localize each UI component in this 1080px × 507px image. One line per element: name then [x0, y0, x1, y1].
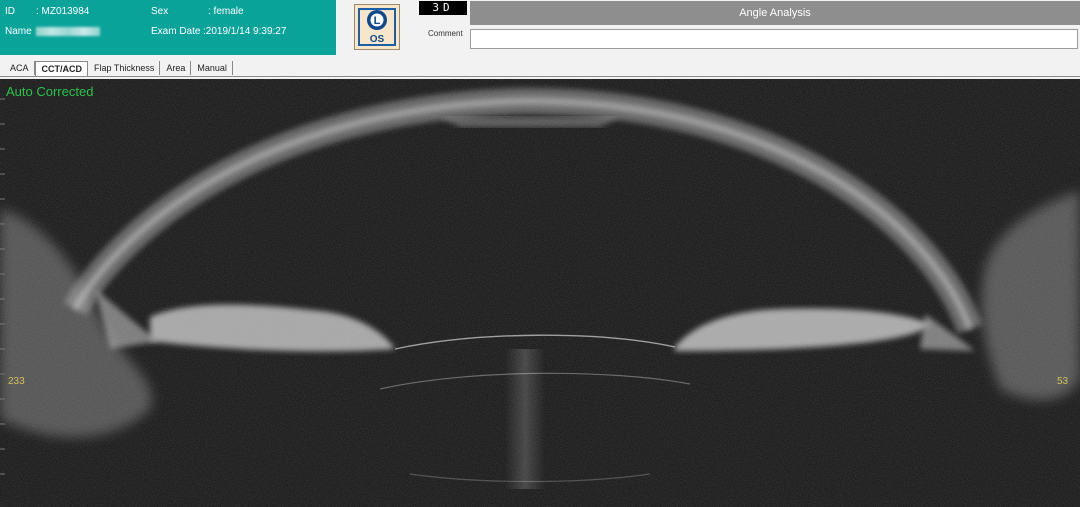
analysis-tabs: ACA CCT/ACD Flap Thickness Area Manual: [4, 61, 233, 77]
oct-image-viewer[interactable]: Auto Corrected 233 53: [0, 79, 1080, 507]
oct-scan-image: [0, 79, 1080, 507]
tab-divider: [0, 76, 1080, 77]
eye-letter: L: [374, 15, 381, 27]
sex-value: : female: [208, 6, 244, 17]
scan-mode-badge: 3D: [419, 1, 467, 15]
exam-date-label: Exam Date: [151, 26, 201, 37]
left-scan-value: 233: [8, 376, 25, 387]
eye-side: OS: [370, 34, 385, 45]
id-label: ID: [5, 6, 15, 17]
exam-date-value: :2019/1/14 9:39:27: [203, 26, 287, 37]
comment-label: Comment: [428, 29, 463, 38]
name-label: Name: [5, 26, 32, 37]
right-scan-value: 53: [1057, 376, 1069, 387]
auto-corrected-status: Auto Corrected: [6, 84, 94, 99]
tab-manual[interactable]: Manual: [191, 61, 233, 75]
tab-flap-thickness[interactable]: Flap Thickness: [88, 61, 161, 75]
eye-laterality-icon[interactable]: L OS: [354, 4, 400, 50]
tab-area[interactable]: Area: [160, 61, 192, 75]
tab-cct-acd[interactable]: CCT/ACD: [34, 61, 89, 77]
comment-input[interactable]: [470, 29, 1078, 49]
patient-info-panel: ID : MZ013984 Name : Sex : female Exam D…: [0, 0, 336, 55]
sex-label: Sex: [151, 6, 169, 17]
redacted-name: [36, 27, 100, 36]
id-value: : MZ013984: [36, 6, 90, 17]
eye-icon-graphic: L OS: [358, 8, 396, 46]
page-title: Angle Analysis: [470, 1, 1080, 25]
tab-aca[interactable]: ACA: [4, 61, 35, 75]
